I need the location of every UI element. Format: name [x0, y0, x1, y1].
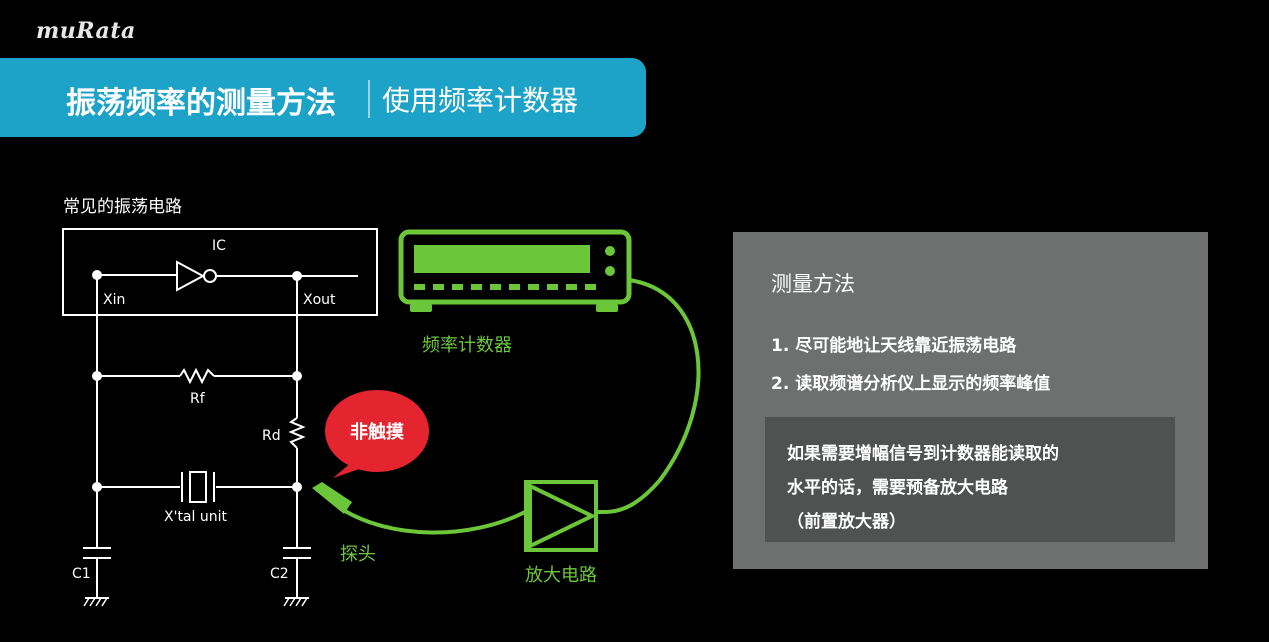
probe-cable: [338, 506, 526, 535]
c2-ground-icon: [283, 597, 308, 607]
panel-heading: 测量方法: [771, 272, 855, 296]
callout-text: 非触摸: [350, 421, 404, 443]
probe-label: 探头: [340, 544, 376, 565]
crystal-body: [189, 471, 207, 503]
crystal-right-node: [292, 482, 302, 492]
rf-left-node: [92, 371, 102, 381]
crystal-left-node: [92, 482, 102, 492]
note-line: （前置放大器）: [787, 512, 906, 532]
counter-cable: [595, 278, 701, 515]
preamp-note: 如果需要增幅信号到计数器能读取的 水平的话，需要预备放大电路 （前置放大器）: [765, 417, 1175, 542]
rf-label: Rf: [190, 391, 206, 407]
note-line: 如果需要增幅信号到计数器能读取的: [787, 444, 1059, 464]
c1-label: C1: [72, 566, 91, 582]
inverter-symbol: [176, 260, 206, 292]
counter-label: 频率计数器: [422, 335, 512, 356]
rf-resistor: [179, 367, 215, 385]
frequency-counter-icon: [398, 229, 632, 312]
c1-ground-icon: [83, 597, 108, 607]
ic-label: IC: [212, 238, 226, 254]
crystal-label: X'tal unit: [164, 509, 227, 525]
rf-right-node: [292, 371, 302, 381]
circuit-caption: 常见的振荡电路: [63, 197, 182, 217]
c2-label: C2: [270, 566, 289, 582]
xin-label: Xin: [103, 292, 125, 308]
inverter-bubble: [203, 269, 217, 283]
method-panel: 测量方法 1. 尽可能地让天线靠近振荡电路 2. 读取频谱分析仪上显示的频率峰值…: [733, 232, 1208, 569]
rd-resistor: [288, 417, 306, 449]
method-step: 1. 尽可能地让天线靠近振荡电路: [771, 336, 1017, 356]
method-list: 1. 尽可能地让天线靠近振荡电路 2. 读取频谱分析仪上显示的频率峰值: [771, 334, 1050, 410]
amplifier-icon: [524, 480, 598, 552]
note-line: 水平的话，需要预备放大电路: [787, 478, 1008, 498]
probe-icon: [312, 482, 352, 514]
method-step: 2. 读取频谱分析仪上显示的频率峰值: [771, 374, 1051, 394]
xout-label: Xout: [303, 292, 336, 308]
rd-label: Rd: [262, 428, 281, 444]
amp-label: 放大电路: [525, 565, 597, 586]
